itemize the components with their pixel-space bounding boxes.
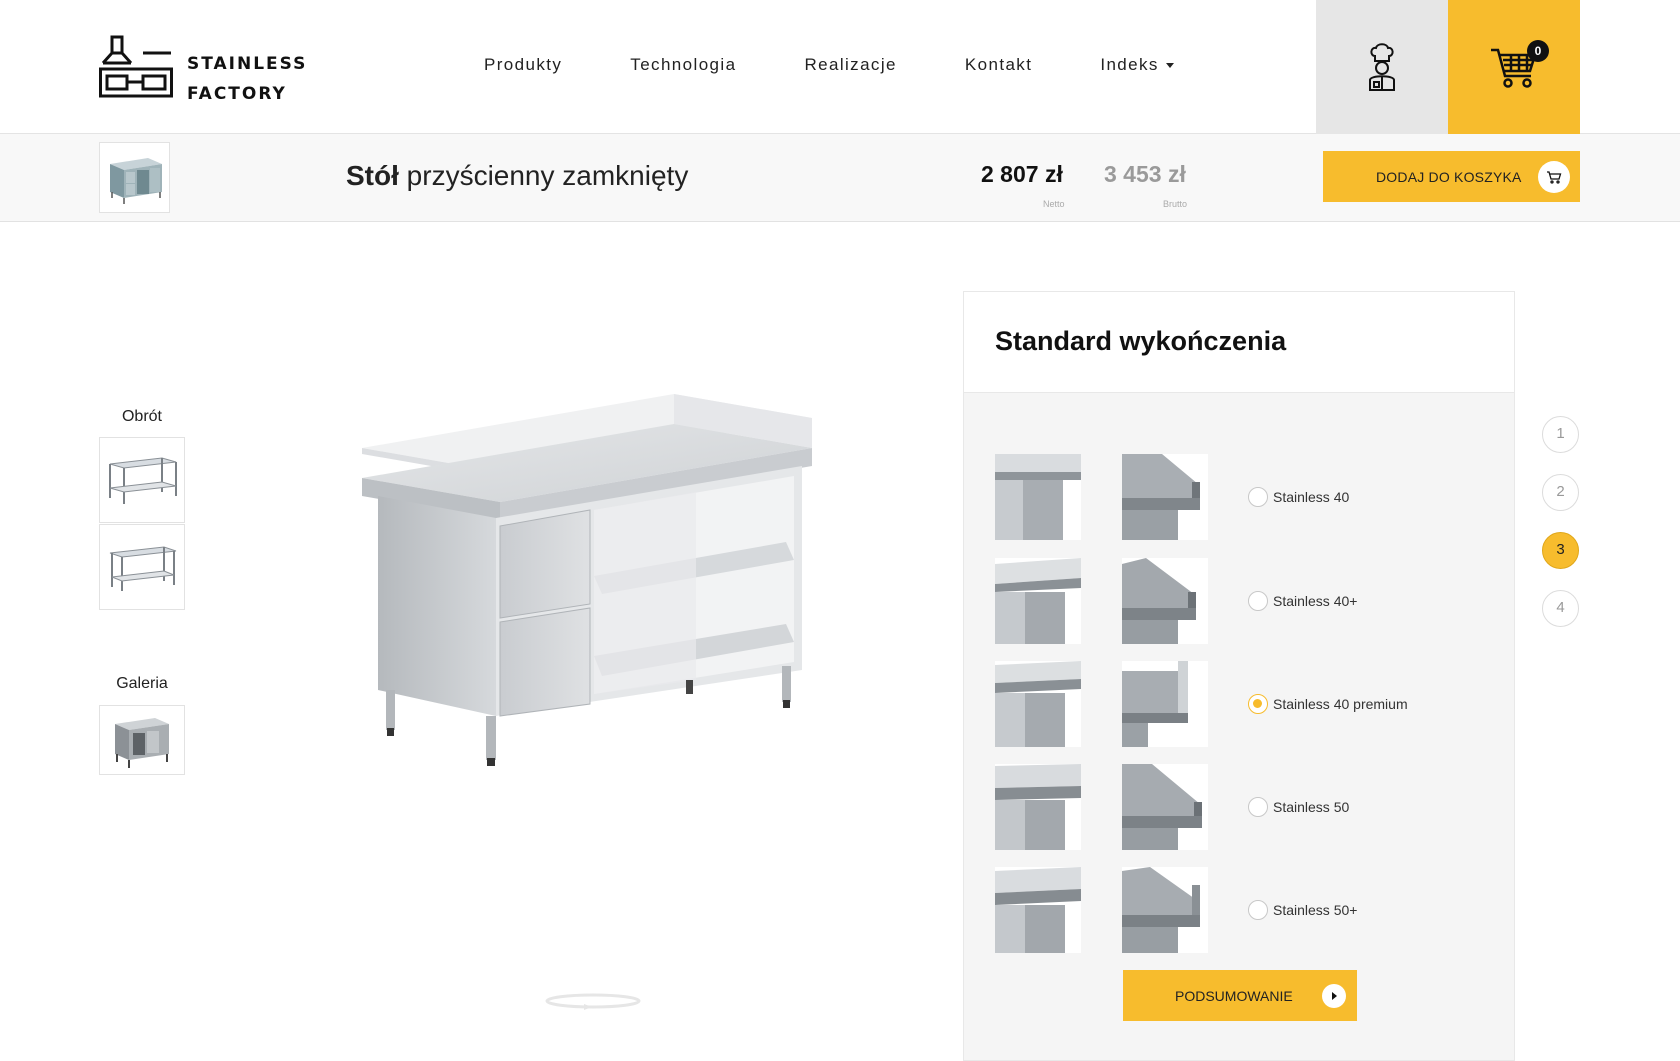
main-nav: Produkty Technologia Realizacje Kontakt …	[484, 55, 1242, 75]
option-label[interactable]: Stainless 50	[1273, 799, 1349, 815]
add-to-cart-label: DODAJ DO KOSZYKA	[1376, 168, 1522, 185]
caret-down-icon	[1165, 63, 1174, 69]
finish-corner-swatch	[995, 454, 1081, 540]
price-net-label: Netto	[1043, 199, 1065, 209]
account-button[interactable]	[1316, 0, 1448, 134]
nav-item-produkty[interactable]: Produkty	[484, 55, 562, 75]
finish-corner-swatch	[995, 661, 1081, 747]
option-label[interactable]: Stainless 40 premium	[1273, 696, 1408, 712]
cart-count-badge: 0	[1527, 40, 1549, 62]
logo-line-1: STAINLESS	[187, 54, 308, 74]
logo-line-2: FACTORY	[187, 84, 287, 104]
logo-text: STAINLESS FACTORY	[187, 49, 307, 109]
option-row[interactable]: Stainless 40 premium	[995, 661, 1495, 747]
price-gross: 3 453 zł	[1104, 161, 1186, 187]
finish-edge-swatch	[1122, 454, 1208, 540]
arrow-right-icon	[1322, 984, 1346, 1008]
product-thumbnail	[99, 142, 170, 213]
price-gross-label: Brutto	[1163, 199, 1188, 209]
configurator-panel: Standard wykończenia Stainless 40 Stainl…	[963, 291, 1515, 1061]
finish-edge-swatch	[1122, 867, 1208, 953]
cabinet-gallery-image	[115, 718, 169, 768]
table-frame-thumbnail-image	[109, 546, 177, 591]
table-frame-thumbnail-image	[109, 457, 177, 504]
nav-item-technologia[interactable]: Technologia	[630, 55, 736, 75]
option-radio[interactable]	[1248, 591, 1268, 611]
kitchen-hood-logo-icon	[99, 35, 173, 98]
nav-item-indeks-label: Indeks	[1100, 55, 1159, 74]
summary-button[interactable]: PODSUMOWANIE	[1123, 970, 1357, 1021]
option-row[interactable]: Stainless 40+	[995, 558, 1495, 644]
step-2[interactable]: 2	[1542, 474, 1579, 511]
option-radio[interactable]	[1248, 487, 1268, 507]
cart-button[interactable]: 0	[1448, 0, 1580, 134]
nav-item-realizacje[interactable]: Realizacje	[804, 55, 896, 75]
step-3-active[interactable]: 3	[1542, 532, 1579, 569]
product-title: Stół przyścienny zamknięty	[346, 160, 688, 192]
site-header: STAINLESS FACTORY Produkty Technologia R…	[0, 0, 1680, 134]
gallery-thumb-1[interactable]	[99, 705, 185, 775]
option-label[interactable]: Stainless 40+	[1273, 593, 1357, 609]
cart-small-icon	[1538, 161, 1570, 193]
finish-edge-swatch	[1122, 558, 1208, 644]
finish-corner-swatch	[995, 558, 1081, 644]
cabinet-thumbnail-image	[109, 157, 162, 204]
option-label[interactable]: Stainless 40	[1273, 489, 1349, 505]
step-1[interactable]: 1	[1542, 416, 1579, 453]
add-to-cart-button[interactable]: DODAJ DO KOSZYKA	[1323, 151, 1580, 202]
option-row[interactable]: Stainless 40	[995, 454, 1495, 540]
rotation-label: Obrót	[121, 408, 162, 425]
finish-corner-swatch	[995, 867, 1081, 953]
option-radio[interactable]	[1248, 900, 1268, 920]
step-4[interactable]: 4	[1542, 590, 1579, 627]
nav-item-indeks[interactable]: Indeks	[1100, 55, 1174, 75]
finish-corner-swatch	[995, 764, 1081, 850]
rotate-arrows-icon[interactable]	[544, 990, 642, 1012]
product-title-bold: Stół	[346, 160, 399, 191]
product-bar: Stół przyścienny zamknięty 2 807 zł Nett…	[0, 134, 1680, 222]
rotation-thumb-2[interactable]	[99, 524, 185, 610]
option-row[interactable]: Stainless 50	[995, 764, 1495, 850]
configurator-title: Standard wykończenia	[995, 326, 1287, 356]
product-title-rest: przyścienny zamknięty	[406, 160, 689, 191]
finish-edge-swatch	[1122, 764, 1208, 850]
product-main-image	[362, 394, 812, 766]
nav-item-kontakt[interactable]: Kontakt	[965, 55, 1032, 75]
site-logo[interactable]: STAINLESS FACTORY	[99, 35, 309, 104]
configurator-header: Standard wykończenia	[964, 292, 1514, 393]
rotation-thumb-1[interactable]	[99, 437, 185, 523]
option-row[interactable]: Stainless 50+	[995, 867, 1495, 953]
option-radio[interactable]	[1248, 797, 1268, 817]
option-label[interactable]: Stainless 50+	[1273, 902, 1357, 918]
chef-icon	[1369, 43, 1395, 91]
option-radio-selected[interactable]	[1248, 694, 1268, 714]
gallery-label: Galeria	[116, 675, 168, 692]
finish-edge-swatch	[1122, 661, 1208, 747]
price-net: 2 807 zł	[981, 161, 1063, 187]
summary-button-label: PODSUMOWANIE	[1175, 987, 1293, 1004]
